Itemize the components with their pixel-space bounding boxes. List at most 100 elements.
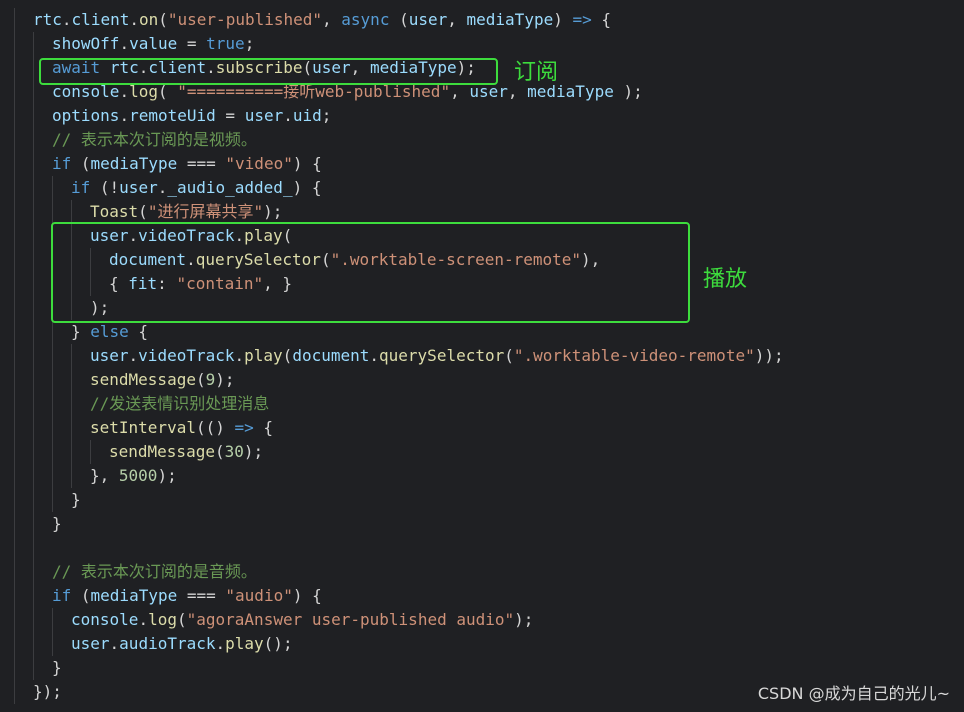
indent-guide [33,440,34,464]
indent-guide [33,320,34,344]
code-line[interactable]: user.videoTrack.play(document.querySelec… [90,344,784,368]
indent-guide [14,608,15,632]
code-token: ( [389,10,409,29]
code-token: mediaType [90,154,178,173]
indent-guide [33,104,34,128]
code-token: . [138,610,149,629]
code-token: user [90,346,129,365]
code-line[interactable]: }, 5000); [90,464,177,488]
indent-guide [33,56,34,80]
indent-guide [14,320,15,344]
code-token: ( [176,610,187,629]
code-token: client [71,10,130,29]
indent-guide [14,392,15,416]
code-line[interactable]: } [52,656,62,680]
code-token: ); [157,466,177,485]
indent-guide [14,680,15,704]
code-line[interactable]: //发送表情识别处理消息 [90,392,269,416]
code-token: } [52,514,62,533]
code-token: ; [321,106,332,125]
code-token: { [591,10,612,29]
play-annotation: 播放 [703,267,748,292]
code-token: === [177,586,226,605]
code-token: ) { [292,178,322,197]
code-line[interactable]: if (!user._audio_added_) { [71,176,321,200]
indent-guide [52,416,53,440]
indent-guide [33,32,34,56]
indent-guide [14,56,15,80]
code-token: . [61,10,72,29]
code-token: querySelector [379,346,505,365]
code-token: "audio" [225,586,293,605]
indent-guide [33,224,34,248]
code-line[interactable]: console.log("agoraAnswer user-published … [71,608,533,632]
code-line[interactable]: // 表示本次订阅的是音频。 [52,560,257,584]
code-line[interactable]: } [71,488,81,512]
code-token: document [292,346,370,365]
indent-guide [33,80,34,104]
code-line[interactable]: }); [33,680,62,704]
code-line[interactable]: setInterval(() => { [90,416,273,440]
indent-guide [52,488,53,512]
code-token: . [129,10,139,29]
code-token: (() [195,418,235,437]
indent-guide [33,464,34,488]
code-token: _audio_added_ [167,178,293,197]
code-line[interactable]: sendMessage(9); [90,368,235,392]
code-token: . [119,34,130,53]
code-token: remoteUid [129,106,216,125]
indent-guide [52,368,53,392]
indent-guide [52,200,53,224]
code-token: ( [214,442,225,461]
code-line[interactable]: showOff.value = true; [52,32,254,56]
indent-guide [14,128,15,152]
code-line[interactable]: if (mediaType === "video") { [52,152,322,176]
indent-guide [52,344,53,368]
code-line[interactable]: rtc.client.on("user-published", async (u… [33,8,611,32]
code-line[interactable]: } else { [71,320,148,344]
code-token: ); [263,202,283,221]
code-token: options [52,106,120,125]
indent-guide [14,464,15,488]
code-line[interactable]: user.audioTrack.play(); [71,632,293,656]
code-line[interactable]: } [52,512,62,536]
indent-guide [33,176,34,200]
code-token: "进行屏幕共享" [147,202,264,221]
indent-guide [14,488,15,512]
code-token: => [572,10,592,29]
indent-guide [71,464,72,488]
indent-guide [52,440,53,464]
indent-guide [71,440,72,464]
code-token: Toast [90,202,139,221]
code-token: sendMessage [90,370,196,389]
code-token: if [71,178,91,197]
code-token: ) { [292,586,322,605]
code-token: )); [754,346,784,365]
indent-guide [52,320,53,344]
indent-guide [33,368,34,392]
indent-guide [33,128,34,152]
code-token: uid [292,106,322,125]
code-token: user [119,178,158,197]
indent-guide [33,512,34,536]
indent-guide [90,440,91,464]
indent-guide [33,488,34,512]
code-token: async [341,10,390,29]
code-line[interactable]: options.remoteUid = user.uid; [52,104,331,128]
indent-guide [14,152,15,176]
indent-guide [33,656,34,680]
code-line[interactable]: Toast("进行屏幕共享"); [90,200,282,224]
code-line[interactable]: sendMessage(30); [109,440,263,464]
code-line[interactable]: if (mediaType === "audio") { [52,584,322,608]
code-line[interactable]: // 表示本次订阅的是视频。 [52,128,257,152]
code-editor[interactable]: rtc.client.on("user-published", async (u… [0,0,964,712]
code-token: // 表示本次订阅的是音频。 [52,562,257,581]
code-token: , [447,10,467,29]
indent-guide [14,344,15,368]
code-token: // 表示本次订阅的是视频。 [52,130,257,149]
code-token: (! [90,178,120,197]
code-token: 30 [224,442,244,461]
code-token: ( [158,10,168,29]
indent-guide [71,416,72,440]
code-token: } [71,322,91,341]
